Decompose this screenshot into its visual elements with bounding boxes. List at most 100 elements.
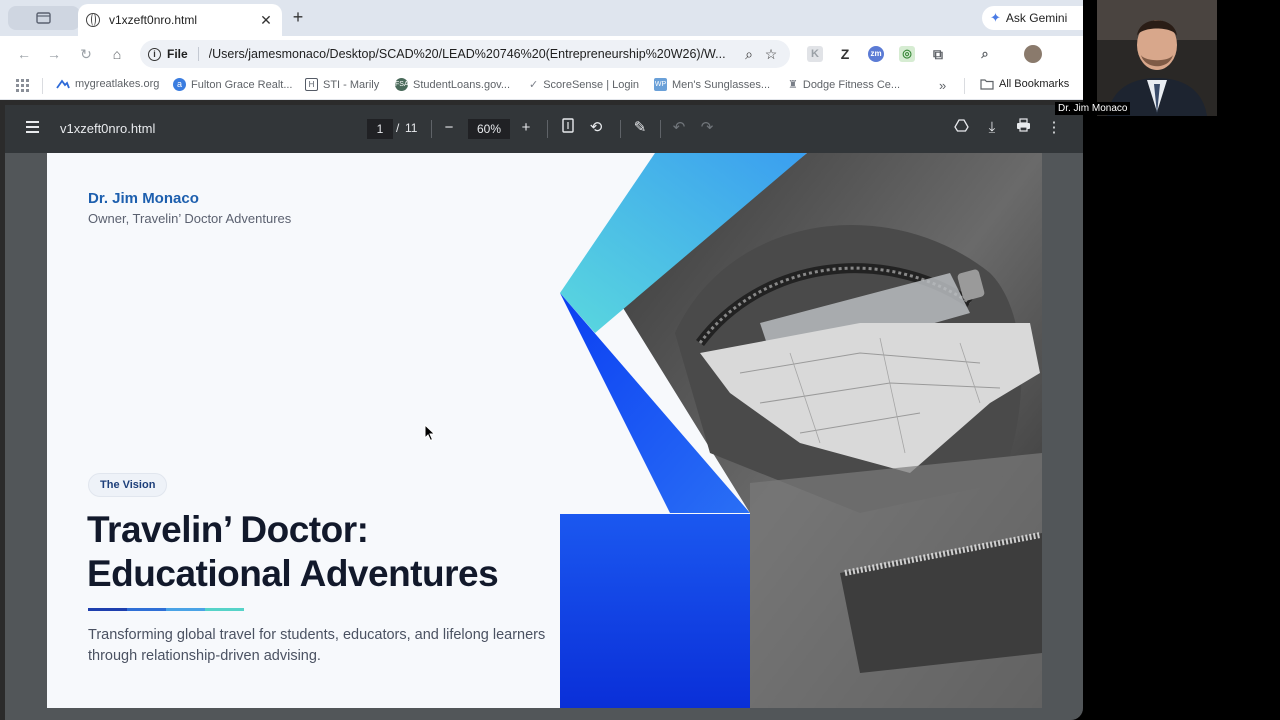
mountain-icon (56, 79, 70, 89)
forward-button[interactable]: → (45, 45, 63, 63)
sti-icon: H (305, 78, 318, 91)
headline-line-2: Educational Adventures (87, 553, 499, 594)
pdf-toolbar: v1xzeft0nro.html 1 / 11 − 60% + ⟲ ✎ ↶ ↷ … (5, 105, 1083, 153)
redo-icon[interactable]: ↷ (697, 118, 717, 138)
undo-icon[interactable]: ↶ (669, 118, 689, 138)
bookmarks-divider (964, 78, 965, 94)
zoom-extension-icon[interactable]: zm (868, 46, 884, 62)
apps-grid-icon[interactable] (16, 79, 29, 92)
author-role: Owner, Travelin’ Doctor Adventures (88, 211, 292, 226)
bookmark-studentloans[interactable]: FSA StudentLoans.gov... (395, 78, 510, 91)
pdf-file-name: v1xzeft0nro.html (60, 121, 156, 136)
download-icon[interactable]: ⤓ (982, 118, 1002, 138)
underline-segment (205, 608, 244, 611)
scheme-label: File (167, 47, 199, 61)
browser-window: v1xzeft0nro.html ✕ + ✦ Ask Gemini ← → ↻ … (0, 0, 1083, 720)
zoom-out-icon[interactable]: − (439, 118, 459, 138)
underline-segment (88, 608, 127, 611)
profile-avatar[interactable] (1024, 45, 1042, 63)
pdf-page: Dr. Jim Monaco Owner, Travelin’ Doctor A… (47, 153, 1042, 708)
headline-gradient-rule (88, 608, 244, 611)
webcam-participant-image (1097, 0, 1217, 116)
close-tab-icon[interactable]: ✕ (258, 12, 274, 29)
more-options-icon[interactable]: ⋮ (1044, 118, 1064, 138)
bookmark-scoresense[interactable]: ✓ ScoreSense | Login (529, 78, 640, 92)
extension-green-icon[interactable]: ◎ (899, 46, 915, 62)
home-button[interactable]: ⌂ (108, 45, 126, 63)
folder-icon (980, 78, 994, 90)
bookmark-label: ScoreSense | Login (543, 78, 640, 91)
participant-name-label: Dr. Jim Monaco (1055, 102, 1131, 115)
toolbar-divider (660, 120, 661, 138)
section-pill: The Vision (88, 473, 168, 497)
underline-segment (127, 608, 166, 611)
reload-button[interactable]: ↻ (77, 45, 95, 63)
more-bookmarks-chevron-icon[interactable]: » (939, 78, 946, 93)
url-text[interactable]: /Users/jamesmonaco/Desktop/SCAD%20/LEAD%… (209, 47, 738, 61)
underline-segment (166, 608, 205, 611)
menu-icon[interactable] (26, 121, 39, 133)
bookmark-dodge-fitness[interactable]: ♜ Dodge Fitness Ce... (788, 78, 901, 92)
ask-gemini-button[interactable]: ✦ Ask Gemini (982, 6, 1083, 30)
toolbar-divider (547, 120, 548, 138)
bookmark-label: Men's Sunglasses... (672, 78, 771, 91)
zoom-search-icon[interactable]: ⌕ (738, 46, 760, 63)
bookmark-sti[interactable]: H STI - Marily (305, 78, 379, 91)
bookmark-mygreatlakes[interactable]: mygreatlakes.org (56, 78, 159, 90)
tab-search-button[interactable] (8, 6, 80, 30)
page-number-input[interactable]: 1 (367, 119, 393, 139)
bookmark-label: mygreatlakes.org (75, 78, 160, 90)
blue-accent-square (560, 514, 750, 708)
print-icon[interactable] (1013, 118, 1033, 138)
tab-search-icon (36, 12, 51, 24)
extension-z-icon[interactable]: Z (837, 46, 853, 62)
zoom-level-input[interactable]: 60% (468, 119, 510, 139)
fit-page-icon[interactable] (558, 118, 578, 138)
hero-photo-collage (560, 153, 1042, 708)
zoom-in-icon[interactable]: + (516, 118, 536, 138)
reading-search-icon[interactable]: ⌕ (977, 46, 993, 62)
webcam-video (1097, 0, 1217, 116)
fulton-grace-icon: a (173, 78, 186, 91)
all-bookmarks-label: All Bookmarks (999, 78, 1070, 90)
tab-title: v1xzeft0nro.html (109, 13, 198, 27)
toolbar-divider (620, 120, 621, 138)
check-icon: ✓ (529, 79, 539, 91)
info-icon[interactable]: i (148, 47, 161, 61)
gemini-spark-icon: ✦ (990, 10, 1001, 25)
wp-icon: WP (654, 78, 667, 91)
studentloans-icon: FSA (395, 78, 409, 91)
bookmark-label: STI - Marily (323, 78, 380, 91)
mouse-cursor-icon (424, 424, 436, 442)
all-bookmarks[interactable]: All Bookmarks (980, 78, 1069, 90)
screen: v1xzeft0nro.html ✕ + ✦ Ask Gemini ← → ↻ … (0, 0, 1280, 720)
tab-active[interactable]: v1xzeft0nro.html ✕ (78, 4, 282, 36)
bookmark-label: Fulton Grace Realt... (191, 78, 293, 91)
globe-icon (86, 13, 100, 27)
annotate-pen-icon[interactable]: ✎ (630, 118, 650, 138)
bookmark-sunglasses[interactable]: WP Men's Sunglasses... (654, 78, 770, 91)
bookmarks-divider (42, 78, 43, 94)
dodge-icon: ♜ (788, 79, 798, 91)
tab-strip: v1xzeft0nro.html ✕ + ✦ Ask Gemini (0, 0, 1083, 36)
page-separator: / (396, 121, 400, 135)
headline-line-1: Travelin’ Doctor: (87, 509, 369, 550)
page-total: 11 (405, 121, 418, 135)
bookmark-fulton-grace[interactable]: a Fulton Grace Realt... (173, 78, 293, 91)
rotate-icon[interactable]: ⟲ (586, 118, 606, 138)
author-name: Dr. Jim Monaco (88, 190, 199, 207)
toolbar-divider (431, 120, 432, 138)
extension-k-icon[interactable]: K (807, 46, 823, 62)
extensions-puzzle-icon[interactable]: ⧉ (930, 46, 946, 62)
bookmark-label: StudentLoans.gov... (413, 78, 511, 91)
back-button[interactable]: ← (15, 45, 33, 63)
ask-gemini-label: Ask Gemini (1005, 11, 1068, 25)
address-bar[interactable]: i File /Users/jamesmonaco/Desktop/SCAD%2… (140, 40, 790, 68)
drive-save-icon[interactable] (951, 118, 971, 138)
slide-subtitle: Transforming global travel for students,… (88, 627, 546, 664)
bookmark-label: Dodge Fitness Ce... (802, 78, 901, 91)
bookmarks-bar: mygreatlakes.org a Fulton Grace Realt...… (0, 72, 1083, 100)
bookmark-star-icon[interactable]: ☆ (760, 46, 782, 63)
slide-headline: Travelin’ Doctor: Educational Adventures (87, 508, 557, 596)
new-tab-button[interactable]: + (288, 7, 308, 27)
